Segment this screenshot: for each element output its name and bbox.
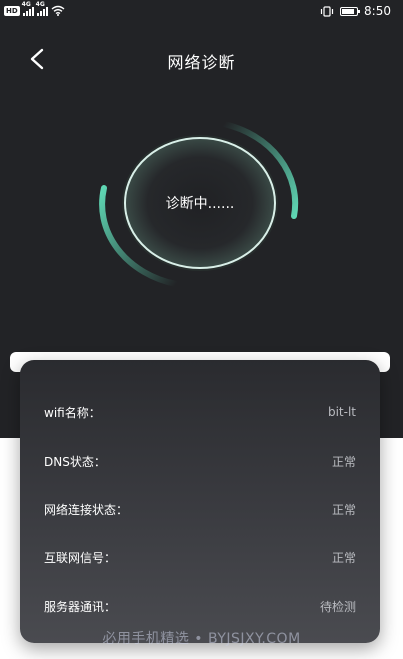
info-value: 正常 bbox=[331, 550, 356, 565]
info-label: wifi名称： bbox=[44, 405, 101, 420]
watermark: 必用手机精选 • BYJSJXY.COM bbox=[102, 631, 301, 647]
info-value: bit-lt bbox=[327, 405, 356, 419]
status-time: 8:50 bbox=[364, 4, 391, 18]
info-row-internet-signal: 互联网信号： 正常 bbox=[44, 545, 356, 569]
signal-icon: 4G bbox=[36, 1, 48, 16]
info-label: 互联网信号： bbox=[44, 550, 117, 565]
info-row-dns-status: DNS状态： 正常 bbox=[44, 449, 356, 473]
info-row-connection-status: 网络连接状态： 正常 bbox=[44, 497, 356, 521]
network-diagnosis-screen: HD 4G 4G 8:50 网络诊断 诊断中...... wifi名称： bit… bbox=[0, 0, 403, 659]
info-value: 正常 bbox=[331, 502, 356, 517]
network-type-label: 4G bbox=[35, 0, 45, 8]
info-label: 服务器通讯： bbox=[44, 599, 117, 614]
info-label: DNS状态： bbox=[44, 454, 106, 469]
network-info-card: wifi名称： bit-lt DNS状态： 正常 网络连接状态： 正常 互联网信… bbox=[20, 360, 380, 643]
signal-icon: 4G bbox=[22, 1, 34, 16]
info-label: 网络连接状态： bbox=[44, 502, 129, 517]
network-type-label: 4G bbox=[21, 0, 31, 8]
status-left-group: HD 4G 4G bbox=[4, 1, 65, 16]
info-value: 待检测 bbox=[319, 599, 356, 614]
hd-badge: HD bbox=[4, 5, 20, 16]
wifi-icon bbox=[51, 5, 65, 16]
status-right-group: 8:50 bbox=[320, 4, 391, 18]
vibrate-icon bbox=[320, 5, 334, 17]
info-value: 正常 bbox=[331, 454, 356, 469]
info-row-server-communication: 服务器通讯： 待检测 bbox=[44, 594, 356, 618]
page-title: 网络诊断 bbox=[167, 53, 236, 72]
status-bar: HD 4G 4G 8:50 bbox=[0, 0, 403, 24]
info-row-wifi-name: wifi名称： bit-lt bbox=[44, 400, 356, 424]
diagnosis-status-text: 诊断中...... bbox=[165, 196, 235, 212]
battery-icon bbox=[340, 6, 361, 16]
